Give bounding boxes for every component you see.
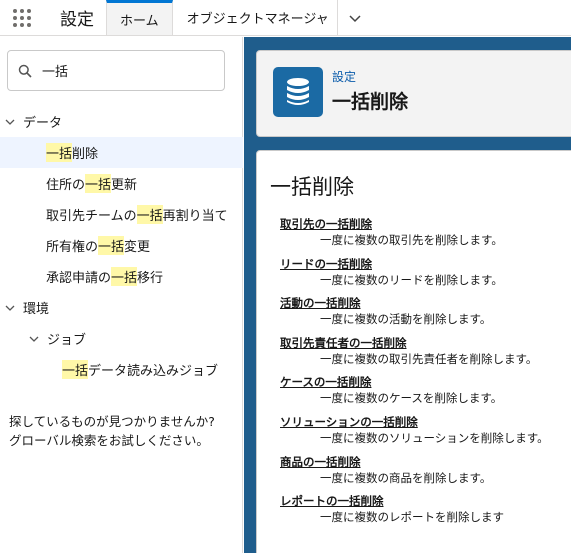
list-item: ケースの一括削除 一度に複数のケースを削除します。 (280, 374, 571, 414)
no-results-hint: 探しているものが見つかりませんか? グローバル検索をお試しください。 (9, 412, 215, 450)
tree-group-label: 環境 (23, 302, 50, 317)
no-results-line: グローバル検索をお試しください。 (9, 433, 209, 448)
tree-item-text: 変更 (124, 240, 151, 255)
item-description: 一度に複数の取引先責任者を削除します。 (320, 351, 538, 366)
chevron-down-icon (349, 14, 361, 22)
mass-delete-reports-link[interactable]: レポートの一括削除 (280, 493, 571, 509)
database-icon (273, 67, 323, 117)
list-item: 取引先の一括削除 一度に複数の取引先を削除します。 (280, 216, 571, 256)
item-description: 一度に複数のソリューションを削除します。 (320, 430, 549, 445)
tree-item-bulk-data-load-jobs[interactable]: 一括 データ読み込みジョブ (0, 354, 243, 385)
app-launcher-button[interactable] (0, 0, 44, 35)
global-header: 設定 ホーム オブジェクトマネージャ (0, 0, 571, 36)
list-item: 商品の一括削除 一度に複数の商品を削除します。 (280, 454, 571, 494)
tree-item-mass-transfer[interactable]: 所有権の 一括 変更 (0, 230, 243, 261)
search-highlight: 一括 (46, 143, 73, 162)
tree-item-text: 取引先チームの (46, 209, 137, 224)
search-highlight: 一括 (111, 267, 138, 286)
mass-delete-activities-link[interactable]: 活動の一括削除 (280, 295, 571, 311)
tree-item-text: 再割り当て (162, 209, 228, 224)
tree-group-data[interactable]: データ (0, 106, 243, 137)
quick-find-box[interactable] (7, 50, 225, 91)
quick-find-input[interactable] (42, 63, 202, 78)
breadcrumb[interactable]: 設定 (332, 68, 356, 85)
no-results-line: 探しているものが見つかりませんか? (9, 414, 215, 429)
setup-sidebar: データ 一括削除 住所の一括更新 取引先チームの一括再割り当て 所有権の一括変更… (0, 37, 243, 553)
item-description: 一度に複数のリードを削除します。 (320, 272, 503, 287)
mass-delete-cases-link[interactable]: ケースの一括削除 (280, 374, 571, 390)
tree-item-text: 削除 (72, 147, 99, 162)
item-description: 一度に複数のレポートを削除します (320, 510, 504, 525)
tree-item-text: 移行 (137, 271, 164, 286)
search-highlight: 一括 (136, 205, 163, 224)
tab-home[interactable]: ホーム (106, 0, 173, 35)
search-icon (18, 64, 32, 78)
list-item: ソリューションの一括削除 一度に複数のソリューションを削除します。 (280, 414, 571, 454)
tree-item-mass-transfer-approvals[interactable]: 承認申請の 一括 移行 (0, 261, 243, 292)
list-item: 活動の一括削除 一度に複数の活動を削除します。 (280, 295, 571, 335)
setup-tree: データ 一括 削除 住所の 一括 更新 取引先チームの 一括 再割り当て 所有権の 一括 変更… (0, 106, 243, 385)
mass-delete-leads-link[interactable]: リードの一括削除 (280, 256, 571, 272)
mass-delete-list: 取引先の一括削除 一度に複数の取引先を削除します。 リードの一括削除 一度に複数… (280, 216, 571, 533)
list-item: リードの一括削除 一度に複数のリードを削除します。 (280, 256, 571, 296)
app-name: 設定 (60, 10, 94, 30)
tree-item-mass-update-addresses[interactable]: 住所の 一括 更新 (0, 168, 243, 199)
page-header: 設定 一括削除 (256, 50, 571, 137)
item-description: 一度に複数の活動を削除します。 (320, 312, 492, 327)
mass-delete-contacts-link[interactable]: 取引先責任者の一括削除 (280, 335, 571, 351)
tree-group-jobs[interactable]: ジョブ (0, 323, 243, 354)
chevron-down-icon (3, 303, 17, 313)
tree-group-label: データ (23, 116, 63, 131)
tab-menu-button[interactable] (336, 0, 372, 35)
tree-item-text: 承認申請の (46, 271, 112, 286)
tree-item-text: データ読み込みジョブ (88, 364, 219, 379)
mass-delete-solutions-link[interactable]: ソリューションの一括削除 (280, 414, 571, 430)
mass-delete-accounts-link[interactable]: 取引先の一括削除 (280, 216, 571, 232)
item-description: 一度に複数の取引先を削除します。 (320, 233, 503, 247)
item-description: 一度に複数のケースを削除します。 (320, 391, 503, 406)
tree-item-text: 所有権の (46, 240, 99, 255)
search-highlight: 一括 (62, 360, 89, 379)
list-item: 取引先責任者の一括削除 一度に複数の取引先責任者を削除します。 (280, 335, 571, 375)
list-item: レポートの一括削除 一度に複数のレポートを削除します (280, 493, 571, 533)
page-title: 一括削除 (332, 91, 409, 113)
tab-object-manager[interactable]: オブジェクトマネージャ (173, 0, 337, 35)
chevron-down-icon (27, 334, 41, 344)
item-description: 一度に複数の商品を削除します。 (320, 470, 492, 485)
search-highlight: 一括 (85, 174, 112, 193)
tree-group-environments[interactable]: 環境 (0, 292, 243, 323)
app-launcher-icon (13, 8, 31, 27)
content-title: 一括削除 (270, 175, 354, 199)
tree-item-text: 住所の (46, 178, 86, 193)
mass-delete-products-link[interactable]: 商品の一括削除 (280, 454, 571, 470)
tree-item-mass-reassign-teams[interactable]: 取引先チームの 一括 再割り当て (0, 199, 243, 230)
search-highlight: 一括 (98, 236, 125, 255)
chevron-down-icon (3, 117, 17, 127)
main-content: 一括削除 取引先の一括削除 一度に複数の取引先を削除します。 リードの一括削除 … (256, 150, 571, 553)
tree-group-label: ジョブ (47, 333, 87, 348)
tree-item-text: 更新 (111, 178, 138, 193)
tree-item-mass-delete[interactable]: 一括 削除 (0, 137, 243, 168)
